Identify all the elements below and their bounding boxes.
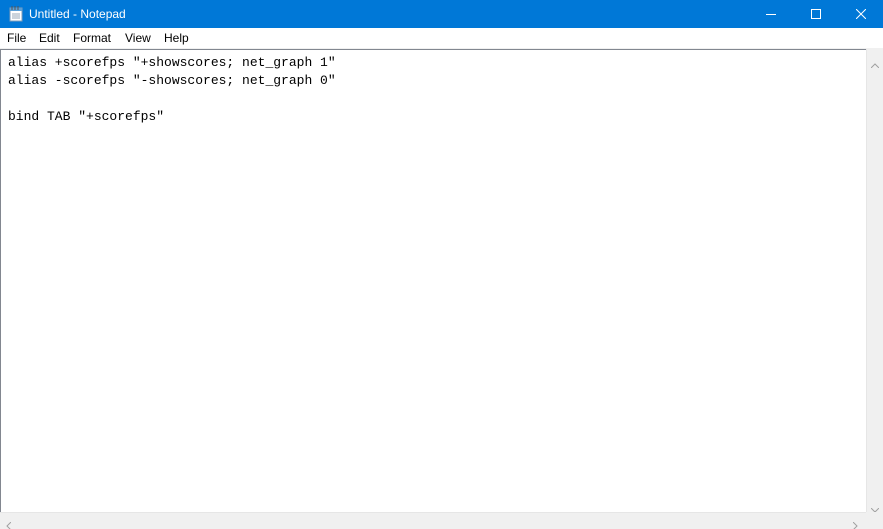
menu-help[interactable]: Help xyxy=(164,31,189,45)
arrow-left-icon[interactable] xyxy=(6,517,12,529)
menu-format[interactable]: Format xyxy=(73,31,111,45)
arrow-up-icon[interactable] xyxy=(870,55,880,73)
menu-file[interactable]: File xyxy=(7,31,26,45)
menu-bar: File Edit Format View Help xyxy=(0,28,883,49)
vertical-scrollbar[interactable] xyxy=(866,49,883,513)
minimize-button[interactable] xyxy=(748,0,794,28)
notepad-window: Untitled - Notepad File Edit Format View… xyxy=(0,0,883,529)
window-title: Untitled - Notepad xyxy=(29,7,126,21)
minimize-icon xyxy=(766,14,776,15)
maximize-button[interactable] xyxy=(793,0,839,28)
text-editor[interactable]: alias +scorefps "+showscores; net_graph … xyxy=(0,49,867,513)
arrow-right-icon[interactable] xyxy=(852,517,858,529)
menu-edit[interactable]: Edit xyxy=(39,31,60,45)
close-icon xyxy=(856,9,866,19)
menu-view[interactable]: View xyxy=(125,31,151,45)
close-button[interactable] xyxy=(838,0,883,28)
notepad-icon[interactable] xyxy=(9,6,23,22)
editor-line: bind TAB "+scorefps" xyxy=(8,109,165,124)
editor-line: alias +scorefps "+showscores; net_graph … xyxy=(8,55,336,70)
title-bar[interactable]: Untitled - Notepad xyxy=(0,0,883,28)
scrollbar-corner xyxy=(866,512,883,529)
maximize-icon xyxy=(811,9,821,19)
horizontal-scrollbar[interactable] xyxy=(0,512,866,529)
editor-line: alias -scorefps "-showscores; net_graph … xyxy=(8,73,336,88)
